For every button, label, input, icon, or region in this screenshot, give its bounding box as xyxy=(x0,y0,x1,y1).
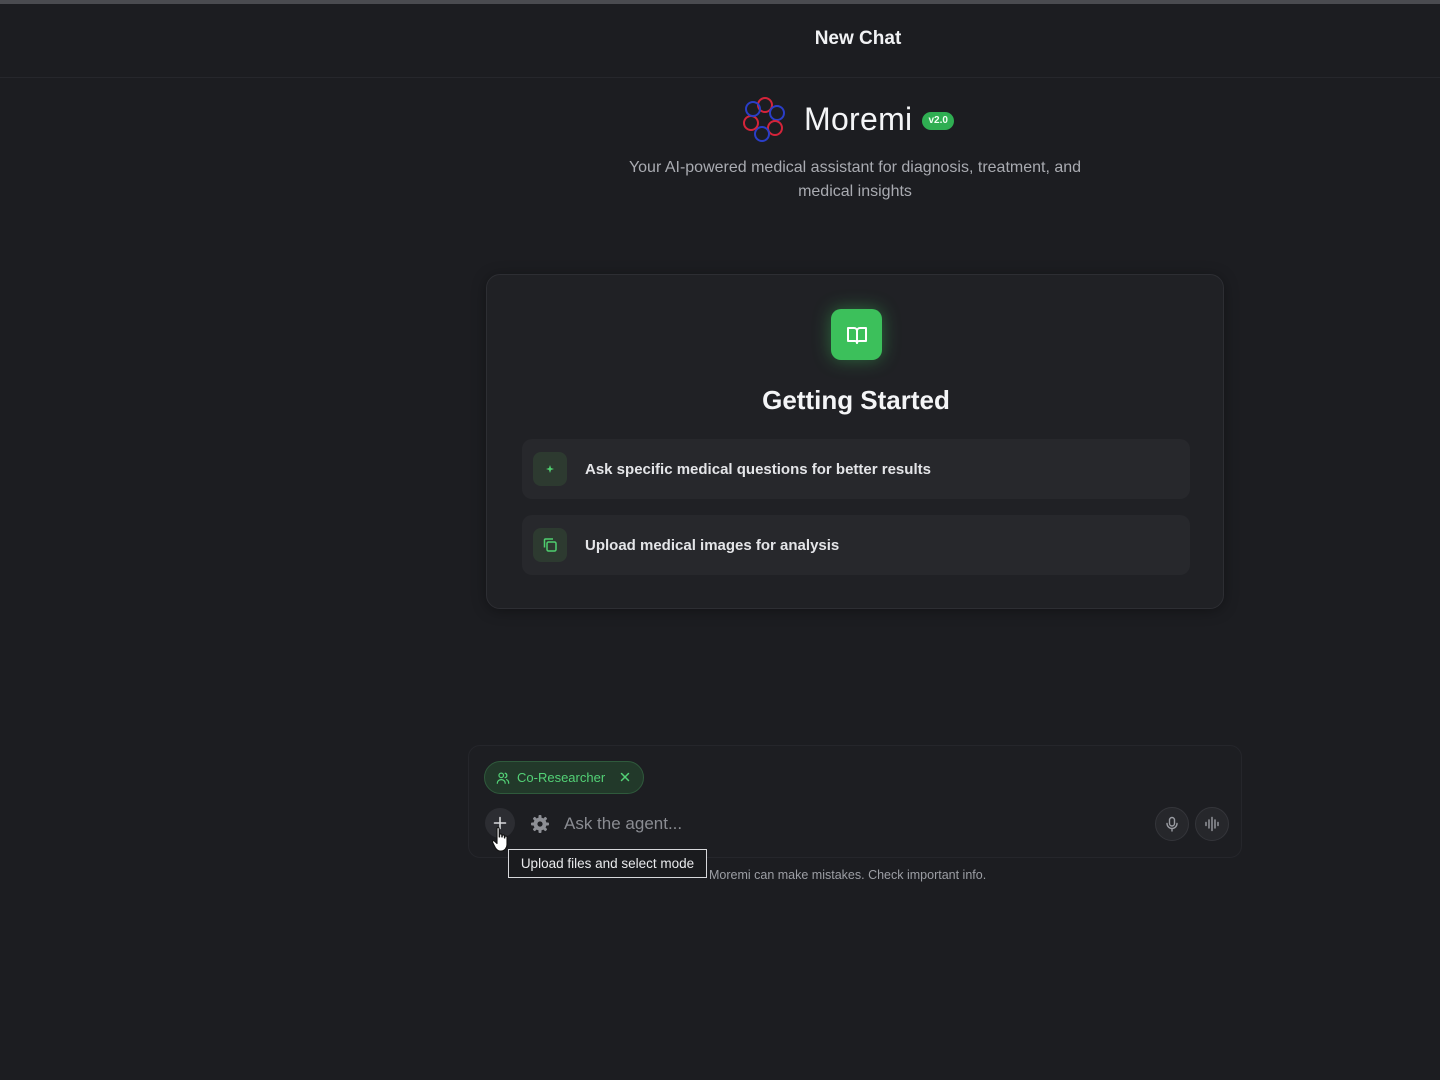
audio-waveform-icon xyxy=(1205,816,1219,832)
tip-label: Ask specific medical questions for bette… xyxy=(585,460,931,478)
tip-label: Upload medical images for analysis xyxy=(585,536,840,554)
page-title: New Chat xyxy=(814,28,902,49)
upload-tooltip: Upload files and select mode xyxy=(508,849,707,878)
tip-item-questions: Ask specific medical questions for bette… xyxy=(522,439,1190,499)
chat-header: New Chat xyxy=(0,4,1440,78)
book-icon xyxy=(831,309,882,360)
copy-icon xyxy=(533,528,567,562)
brand-name: Moremi xyxy=(804,100,913,137)
close-icon[interactable] xyxy=(618,770,632,789)
tip-item-upload: Upload medical images for analysis xyxy=(522,515,1190,575)
chat-composer: Co-Researcher xyxy=(468,745,1242,858)
getting-started-title: Getting Started xyxy=(762,385,950,415)
sparkle-icon xyxy=(533,452,567,486)
hand-cursor-icon xyxy=(491,827,508,852)
gear-icon xyxy=(531,815,549,833)
brand-subtitle: Your AI-powered medical assistant for di… xyxy=(628,159,1082,200)
microphone-icon xyxy=(1166,816,1178,832)
getting-started-card: Getting Started Ask specific medical que… xyxy=(486,274,1224,609)
disclaimer-text: Moremi can make mistakes. Check importan… xyxy=(709,868,987,882)
moremi-logo-icon xyxy=(743,97,785,142)
mode-chip-label: Co-Researcher xyxy=(517,770,606,785)
mode-chip-co-researcher[interactable]: Co-Researcher xyxy=(484,761,644,794)
voice-input-button[interactable] xyxy=(1155,807,1189,841)
settings-button[interactable] xyxy=(529,813,551,835)
version-badge: v2.0 xyxy=(922,112,954,130)
voice-mode-button[interactable] xyxy=(1195,807,1229,841)
brand-block: Moremi v2.0 xyxy=(742,96,954,142)
chat-input[interactable] xyxy=(564,808,1144,840)
users-icon xyxy=(496,771,510,784)
